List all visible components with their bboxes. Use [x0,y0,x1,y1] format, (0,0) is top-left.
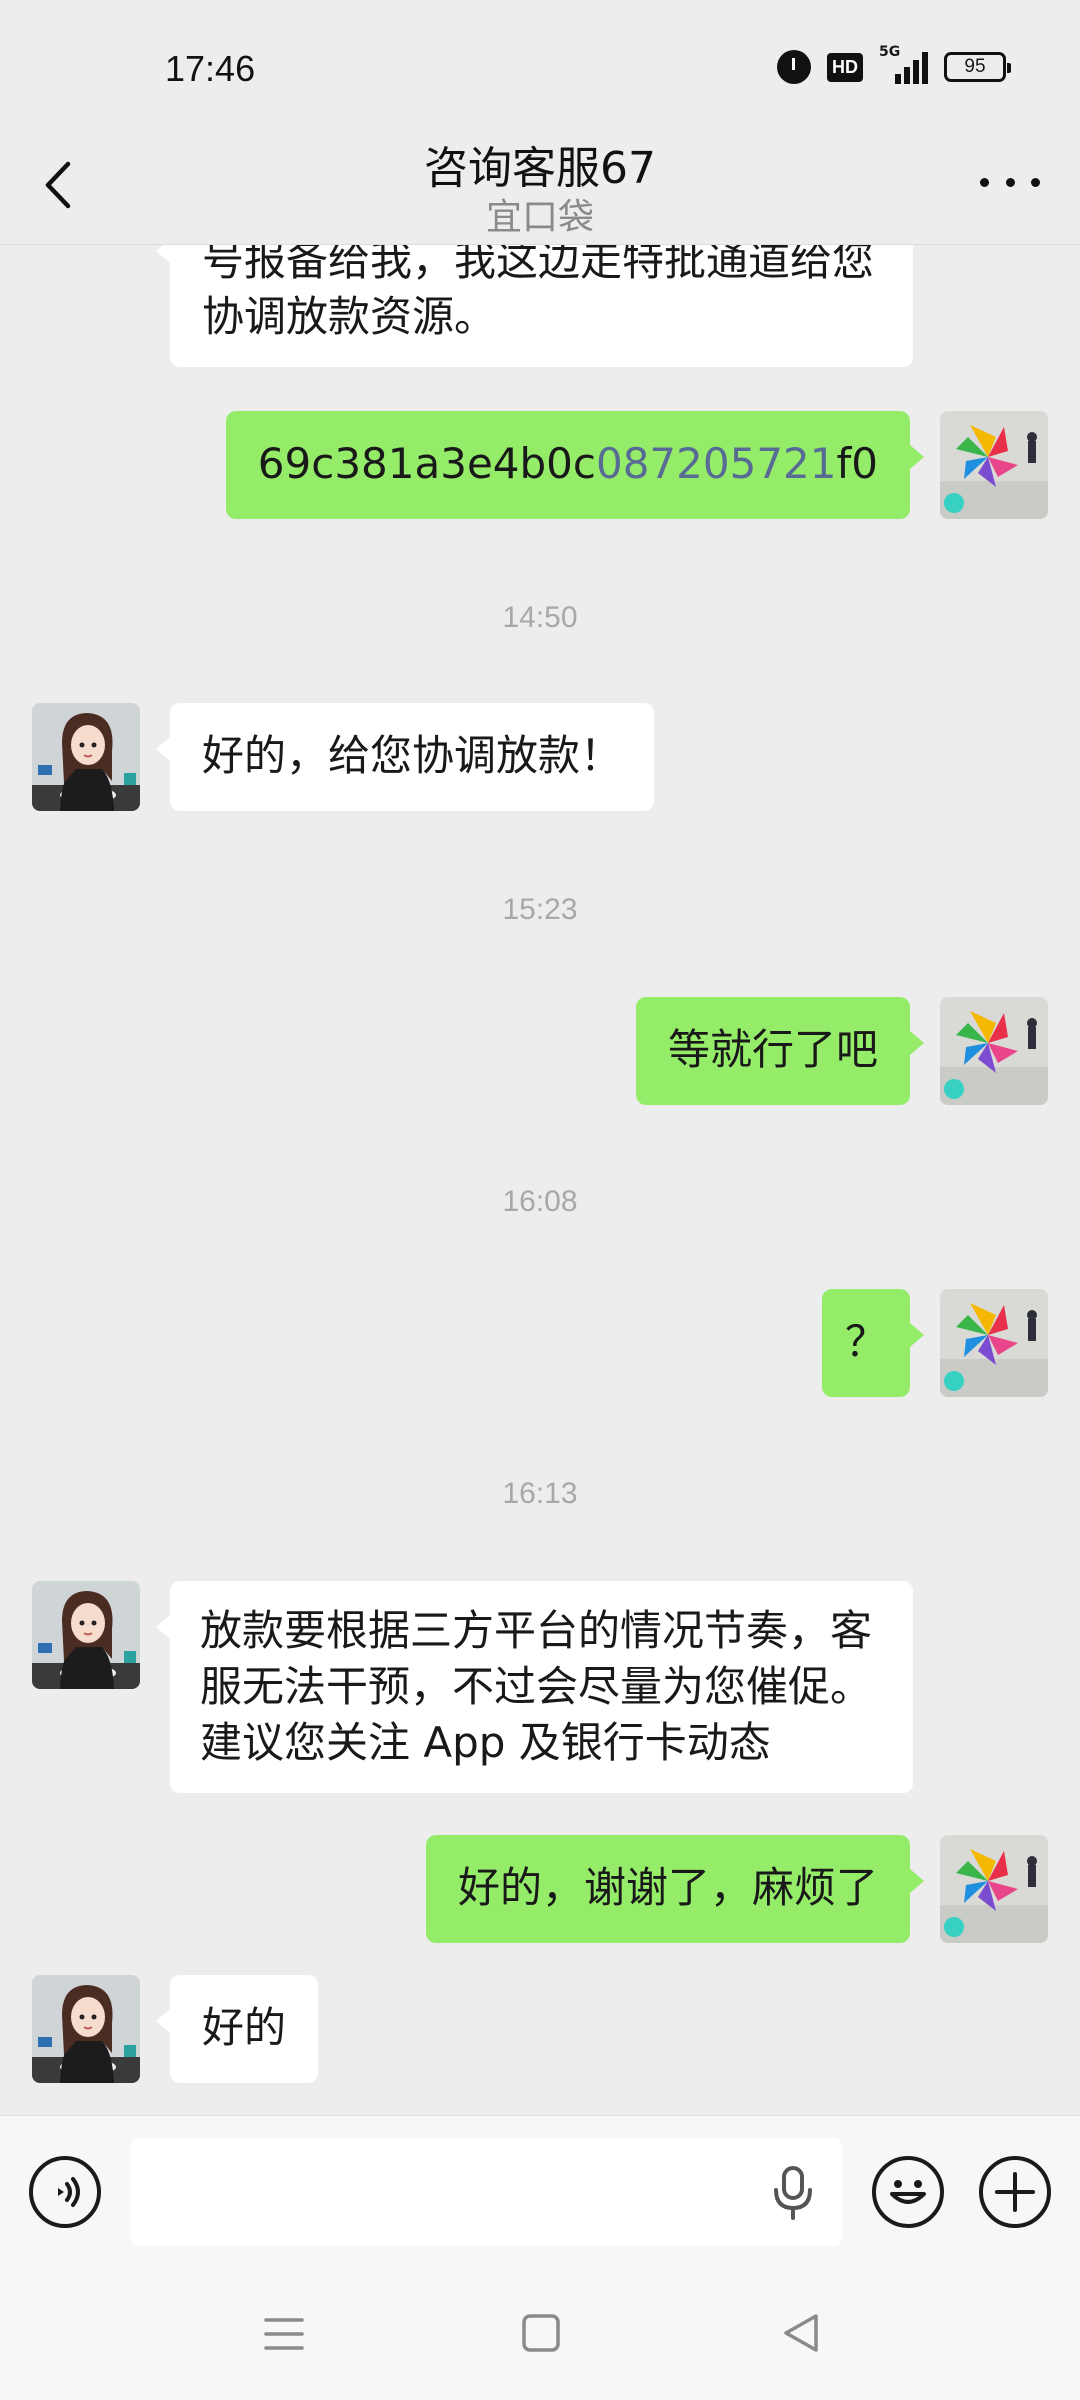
chat-title: 咨询客服67 [424,143,656,194]
message-bubble-incoming[interactable]: 好的，给您协调放款！ [155,703,655,811]
contact-avatar[interactable] [32,1975,140,2083]
timestamp: 14:50 [502,601,578,634]
self-avatar[interactable] [940,1289,1048,1397]
message-bubble-outgoing[interactable]: 好的，谢谢了，麻烦了 [425,1835,925,1943]
emoji-icon[interactable] [872,2156,944,2228]
message-text: 放款要根据三方平台的情况节奏，客服无法干预，不过会尽量为您催促。建议您关注 Ap… [200,1606,873,1767]
timestamp: 16:08 [502,1185,578,1218]
status-bar: 17:46 HD 5G 95 [0,0,1080,140]
message-bubble-incoming[interactable]: 号报备给我，我这边走特批通道给您协调放款资源。 [156,245,913,367]
message-input[interactable] [130,2138,842,2246]
hd-icon: HD [827,52,863,82]
message-text: 号报备给我，我这边走特批通道给您协调放款资源。 [202,245,875,341]
message-bubble-incoming[interactable]: 放款要根据三方平台的情况节奏，客服无法干预，不过会尽量为您催促。建议您关注 Ap… [156,1581,913,1793]
contact-avatar[interactable] [32,703,140,811]
timestamp: 15:23 [502,893,578,926]
home-icon[interactable] [520,2312,562,2354]
message-bubble-outgoing[interactable]: 69c381a3e4b0c087205721f0 [225,411,925,519]
self-avatar[interactable] [940,411,1048,519]
self-avatar[interactable] [940,997,1048,1105]
menu-icon[interactable] [262,2314,306,2354]
self-avatar[interactable] [940,1835,1048,1943]
plus-icon[interactable] [979,2156,1051,2228]
timestamp: 16:13 [502,1477,578,1510]
message-bubble-incoming[interactable]: 好的 [155,1975,319,2083]
message-text: ？ [844,1317,887,1366]
voice-mode-icon[interactable] [29,2156,101,2228]
message-text: 等就行了吧 [667,1025,878,1074]
status-icons: HD 5G 95 [777,44,1011,84]
phone-number-link[interactable]: 087205721 [596,439,837,488]
message-bubble-outgoing[interactable]: ？ [822,1289,924,1397]
more-dots-icon[interactable] [980,172,1040,192]
back-triangle-icon[interactable] [780,2312,822,2354]
chat-subtitle: 宜口袋 [485,197,594,238]
microphone-icon[interactable] [770,2166,816,2220]
chat-header: 咨询客服67 宜口袋 [0,120,1080,245]
message-bubble-outgoing[interactable]: 等就行了吧 [635,997,925,1105]
message-text: 好的，谢谢了，麻烦了 [457,1863,878,1912]
message-text: f0 [836,439,878,488]
network-label: 5G [879,44,901,60]
message-list[interactable]: 号报备给我，我这边走特批通道给您协调放款资源。 69c381a3e4b0c087… [0,245,1080,2115]
system-nav-bar [0,2270,1080,2400]
alarm-icon [777,50,811,84]
message-text: 好的 [202,2003,287,2052]
contact-avatar[interactable] [32,1581,140,1689]
status-time: 17:46 [165,48,256,89]
message-text: 好的，给您协调放款！ [202,731,623,780]
message-text: 69c381a3e4b0c [257,439,596,488]
battery-level: 95 [964,56,986,77]
input-bar [0,2115,1080,2270]
signal-icon: 5G [879,44,928,84]
battery-icon: 95 [944,52,1011,82]
